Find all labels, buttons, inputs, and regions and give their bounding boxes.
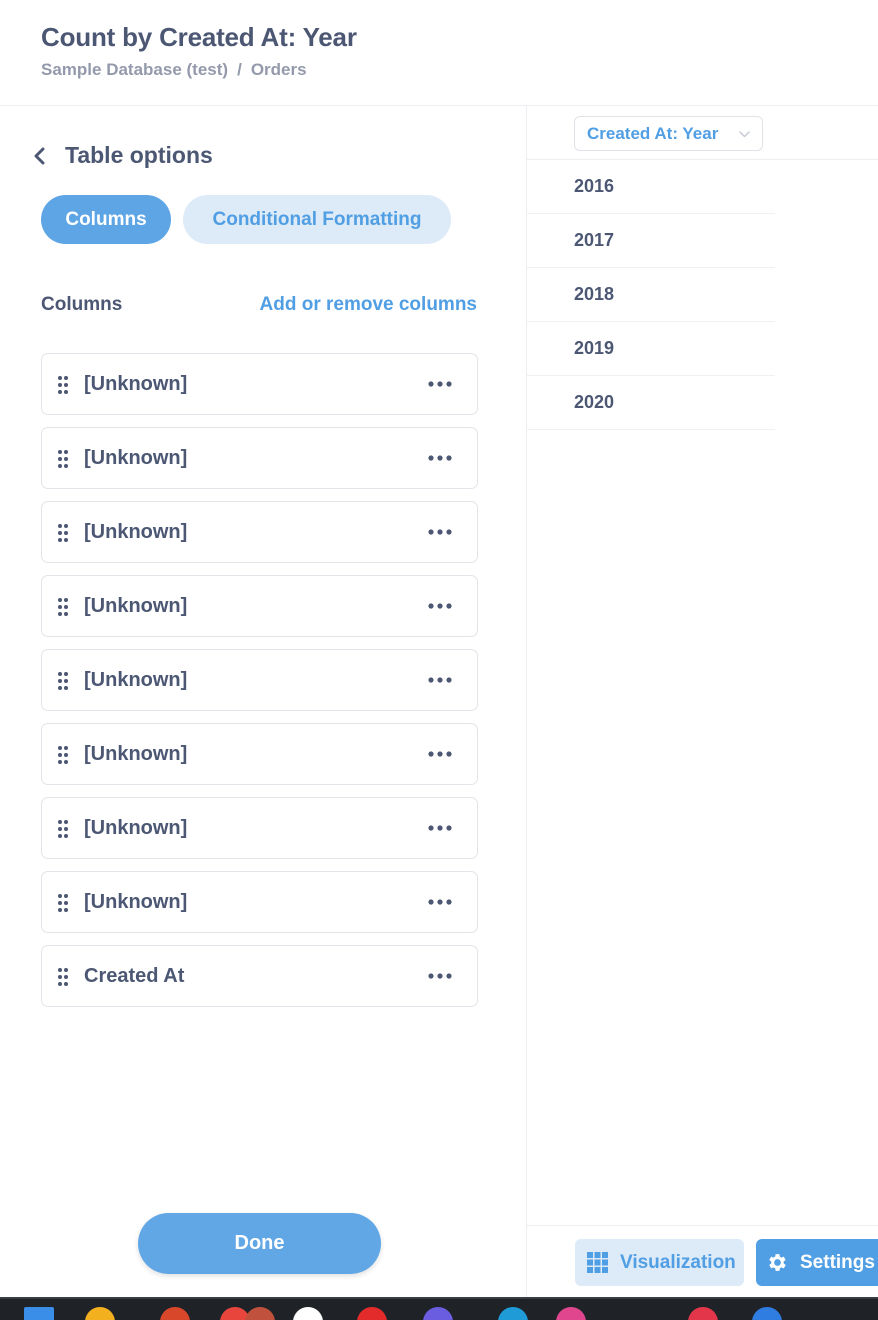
- red-app-icon[interactable]: [357, 1307, 387, 1320]
- windows-start-icon[interactable]: [24, 1307, 54, 1320]
- footer-bar: Visualization Settings: [527, 1225, 878, 1297]
- table-row: 2018: [527, 268, 775, 322]
- column-item[interactable]: [Unknown]: [41, 723, 478, 785]
- more-options-icon[interactable]: [427, 972, 453, 980]
- column-name: [Unknown]: [84, 447, 188, 469]
- column-item[interactable]: [Unknown]: [41, 353, 478, 415]
- tab-columns[interactable]: Columns: [41, 195, 171, 244]
- more-options-icon[interactable]: [427, 824, 453, 832]
- drag-handle-icon[interactable]: [57, 967, 69, 987]
- settings-button[interactable]: Settings: [756, 1239, 878, 1286]
- user-app-icon[interactable]: [160, 1307, 190, 1320]
- red-app-icon-2[interactable]: [688, 1307, 718, 1320]
- settings-sidebar: Table options Columns Conditional Format…: [0, 106, 527, 1297]
- drag-handle-icon[interactable]: [57, 597, 69, 617]
- more-options-icon[interactable]: [427, 380, 453, 388]
- more-options-icon[interactable]: [427, 454, 453, 462]
- drag-handle-icon[interactable]: [57, 449, 69, 469]
- column-item[interactable]: [Unknown]: [41, 649, 478, 711]
- column-name: [Unknown]: [84, 521, 188, 543]
- column-header-label: Created At: Year: [587, 123, 719, 143]
- drag-handle-icon[interactable]: [57, 523, 69, 543]
- breadcrumb: Sample Database (test) / Orders: [41, 60, 307, 80]
- column-name: [Unknown]: [84, 373, 188, 395]
- pink-app-icon[interactable]: [556, 1307, 586, 1320]
- chevron-down-icon: [739, 131, 750, 138]
- more-options-icon[interactable]: [427, 602, 453, 610]
- table-preview: Created At: Year 2016 2017 2018 2019 2020: [527, 106, 878, 1225]
- table-row: 2017: [527, 214, 775, 268]
- column-name: [Unknown]: [84, 891, 188, 913]
- blue-app-icon[interactable]: [752, 1307, 782, 1320]
- edge-icon[interactable]: [498, 1307, 528, 1320]
- drag-handle-icon[interactable]: [57, 819, 69, 839]
- breadcrumb-separator: /: [237, 60, 242, 79]
- column-name: [Unknown]: [84, 669, 188, 691]
- column-item[interactable]: [Unknown]: [41, 427, 478, 489]
- more-options-icon[interactable]: [427, 528, 453, 536]
- column-name: [Unknown]: [84, 743, 188, 765]
- table-row: 2020: [527, 376, 775, 430]
- table-row: 2016: [527, 160, 775, 214]
- column-item[interactable]: [Unknown]: [41, 871, 478, 933]
- column-name: Created At: [84, 965, 185, 987]
- drag-handle-icon[interactable]: [57, 893, 69, 913]
- column-item[interactable]: [Unknown]: [41, 797, 478, 859]
- visualization-label: Visualization: [620, 1251, 736, 1273]
- table-row: 2019: [527, 322, 775, 376]
- gear-icon: [769, 1254, 786, 1271]
- visualization-button[interactable]: Visualization: [575, 1239, 744, 1286]
- column-item[interactable]: [Unknown]: [41, 575, 478, 637]
- photo-app-icon[interactable]: [245, 1307, 275, 1320]
- drag-handle-icon[interactable]: [57, 745, 69, 765]
- more-options-icon[interactable]: [427, 676, 453, 684]
- drag-handle-icon[interactable]: [57, 375, 69, 395]
- column-list: [Unknown] [Unknown] [Unknown] [Unknown] [Unk…: [41, 353, 478, 1019]
- table-header-row: Created At: Year: [527, 106, 878, 160]
- messenger-icon[interactable]: [423, 1307, 453, 1320]
- back-label: Table options: [65, 142, 213, 168]
- done-button[interactable]: Done: [138, 1213, 381, 1274]
- more-options-icon[interactable]: [427, 750, 453, 758]
- breadcrumb-table[interactable]: Orders: [251, 60, 307, 80]
- drag-handle-icon[interactable]: [57, 671, 69, 691]
- chevron-left-icon: [34, 147, 45, 164]
- grid-icon: [587, 1252, 608, 1273]
- column-item[interactable]: Created At: [41, 945, 478, 1007]
- column-name: [Unknown]: [84, 595, 188, 617]
- column-name: [Unknown]: [84, 817, 188, 839]
- settings-label: Settings: [800, 1251, 875, 1273]
- more-options-icon[interactable]: [427, 898, 453, 906]
- table-rows: 2016 2017 2018 2019 2020: [527, 160, 775, 430]
- add-remove-columns-link[interactable]: Add or remove columns: [260, 294, 478, 316]
- white-app-icon[interactable]: [293, 1307, 323, 1320]
- file-explorer-icon[interactable]: [85, 1307, 115, 1320]
- os-taskbar: [0, 1297, 878, 1320]
- column-item[interactable]: [Unknown]: [41, 501, 478, 563]
- back-button[interactable]: Table options: [31, 142, 213, 169]
- breadcrumb-database[interactable]: Sample Database (test): [41, 60, 228, 80]
- query-header: Count by Created At: Year Sample Databas…: [0, 0, 878, 106]
- tab-conditional-formatting[interactable]: Conditional Formatting: [183, 195, 451, 244]
- columns-heading: Columns: [41, 294, 123, 315]
- page-title: Count by Created At: Year: [41, 22, 357, 52]
- column-header-created-at-year[interactable]: Created At: Year: [574, 116, 763, 151]
